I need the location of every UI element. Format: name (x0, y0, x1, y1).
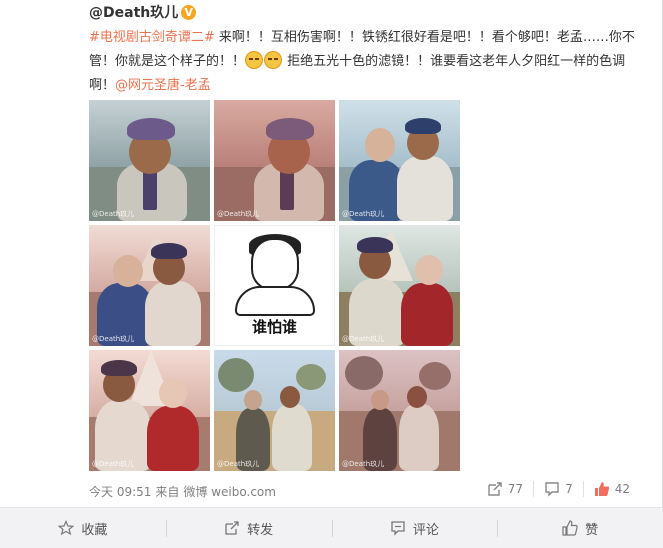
repost-count: 77 (507, 482, 524, 496)
watermark: @Death玖儿 (342, 335, 385, 343)
mention-link[interactable]: @网元圣唐-老孟 (115, 78, 211, 93)
like-count: 42 (614, 482, 630, 496)
emoji-cry-icon (245, 51, 264, 69)
photo-thumbnail[interactable]: @Death玖儿 (214, 350, 335, 471)
photo-thumbnail[interactable]: @Death玖儿 (89, 225, 210, 346)
post-text: #电视剧古剑奇谭二# 来啊！！互相伤害啊！！铁锈红很好看是吧！！看个够吧！老孟…… (89, 26, 649, 98)
favorite-label: 收藏 (81, 522, 108, 538)
verified-badge-icon: V (181, 4, 197, 20)
repost-count-button[interactable]: 77 (477, 481, 533, 497)
like-icon (562, 520, 578, 536)
watermark: @Death玖儿 (92, 335, 135, 343)
favorite-button[interactable]: 收藏 (0, 508, 166, 548)
source-prefix: 来自 (155, 485, 180, 499)
repost-icon (225, 521, 239, 535)
watermark: @Death玖儿 (217, 460, 260, 468)
like-icon (594, 482, 609, 496)
watermark: @Death玖儿 (342, 460, 385, 468)
star-icon (58, 520, 75, 536)
photo-thumbnail[interactable]: @Death玖儿 (339, 225, 460, 346)
comment-count: 7 (565, 482, 573, 496)
comment-count-button[interactable]: 7 (533, 481, 583, 497)
watermark: @Death玖儿 (92, 460, 135, 468)
repost-button[interactable]: 转发 (165, 508, 332, 548)
post-meta: 今天 09:51 来自 微博 weibo.com (89, 483, 276, 500)
meme-caption: 谁怕谁 (251, 318, 297, 336)
photo-thumbnail[interactable]: @Death玖儿 (339, 350, 460, 471)
emoji-cry-icon (264, 51, 283, 69)
like-button[interactable]: 赞 (497, 508, 663, 548)
repost-icon (488, 482, 502, 496)
photo-thumbnail[interactable]: @Death玖儿 (89, 350, 210, 471)
watermark: @Death玖儿 (92, 210, 135, 218)
comment-icon (545, 482, 559, 497)
repost-label: 转发 (247, 522, 274, 538)
comment-icon (391, 521, 405, 536)
comment-label: 评论 (412, 522, 439, 538)
like-count-button[interactable]: 42 (582, 481, 640, 497)
photo-grid: @Death玖儿 @Death玖儿 @Death玖儿 @Death玖儿 谁怕谁 … (89, 100, 460, 471)
like-label: 赞 (585, 522, 599, 538)
post-source-link[interactable]: 微博 weibo.com (183, 483, 276, 500)
topic-link[interactable]: #电视剧古剑奇谭二# (89, 30, 215, 45)
watermark: @Death玖儿 (217, 210, 260, 218)
comment-button[interactable]: 评论 (331, 508, 498, 548)
post-author: @Death玖儿 V (89, 2, 197, 22)
photo-thumbnail[interactable]: @Death玖儿 (339, 100, 460, 221)
author-name-link[interactable]: @Death玖儿 (89, 2, 178, 22)
photo-thumbnail[interactable]: @Death玖儿 (214, 100, 335, 221)
post-stats: 77 7 42 (477, 481, 640, 497)
weibo-post-card: @Death玖儿 V #电视剧古剑奇谭二# 来啊！！互相伤害啊！！铁锈红很好看是… (0, 0, 663, 548)
action-bar: 收藏 转发 评论 赞 (0, 507, 663, 548)
post-time-link[interactable]: 今天 09:51 (89, 483, 151, 500)
photo-thumbnail[interactable]: @Death玖儿 (89, 100, 210, 221)
watermark: @Death玖儿 (342, 210, 385, 218)
meme-thumbnail[interactable]: 谁怕谁 (214, 225, 335, 346)
